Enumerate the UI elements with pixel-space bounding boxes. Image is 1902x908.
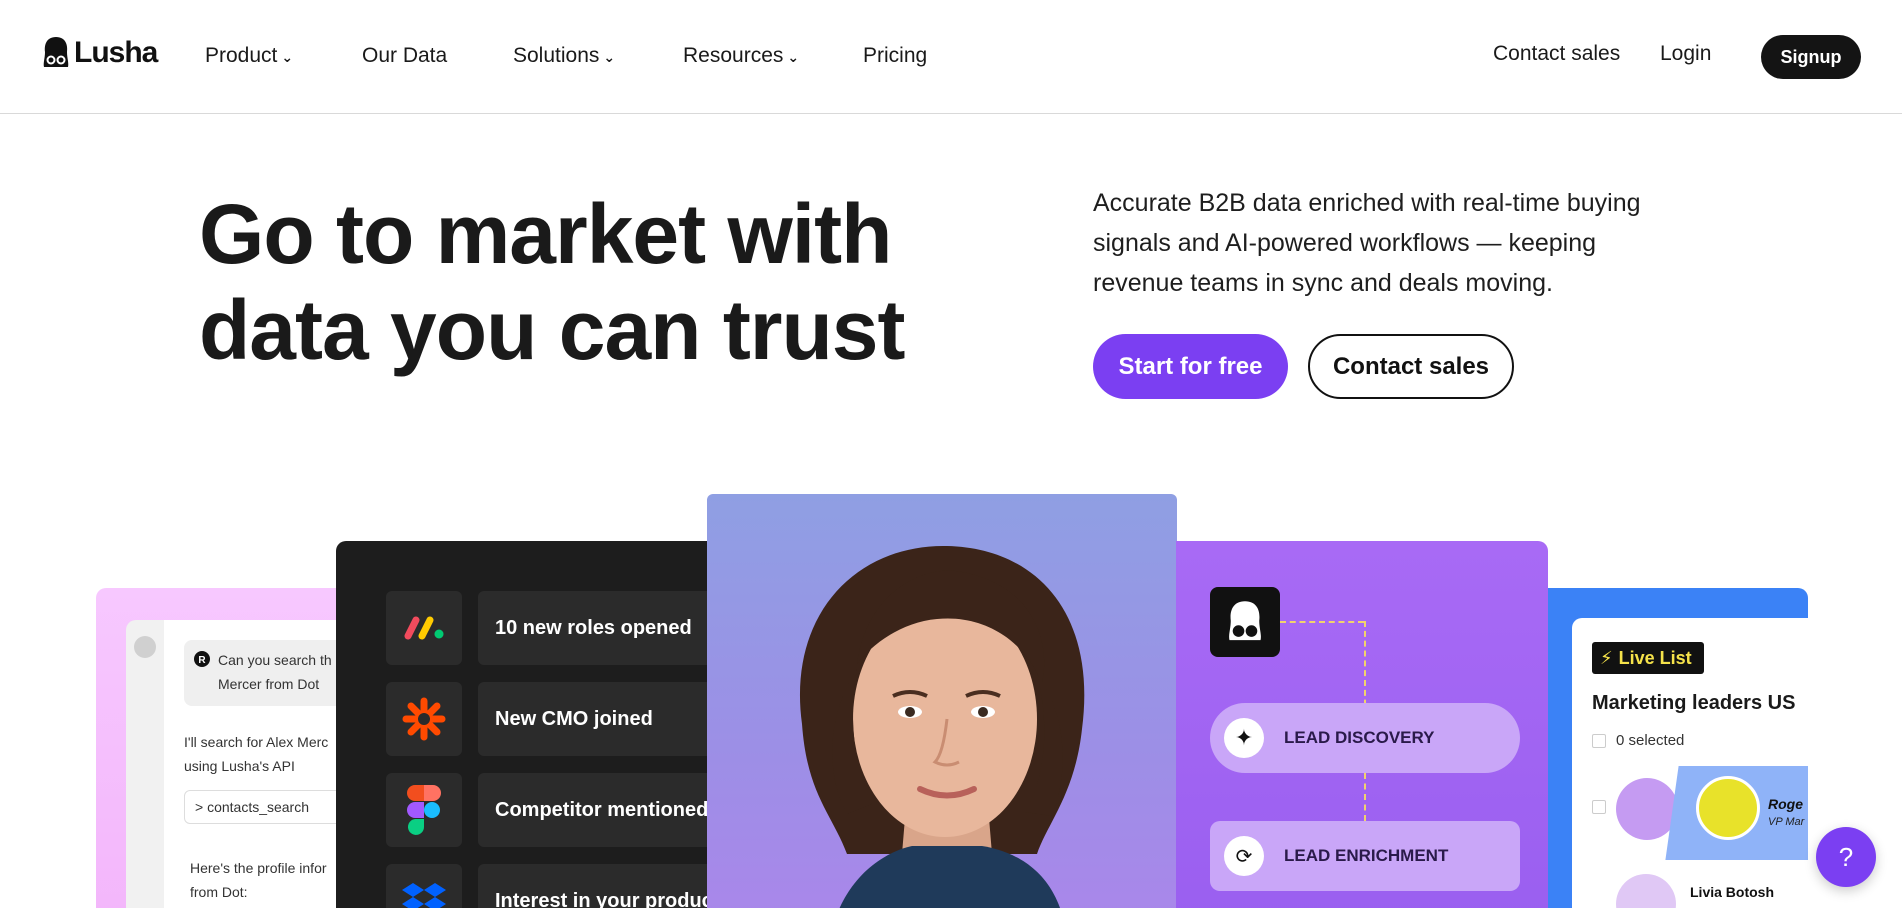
- row-checkbox[interactable]: [1592, 800, 1606, 814]
- portrait-image: [799, 545, 1085, 908]
- figma-icon: [386, 773, 462, 847]
- hero-title: Go to market with data you can trust: [199, 186, 959, 378]
- person-photo: [707, 494, 1177, 908]
- live-list-card: ⚡ Live List Marketing leaders US 0 selec…: [1548, 588, 1808, 908]
- lusha-app-icon: [1210, 587, 1280, 657]
- svg-text:R: R: [198, 655, 206, 666]
- avatar: [1696, 776, 1760, 840]
- user-badge-icon: R: [194, 651, 210, 667]
- select-all-checkbox[interactable]: [1592, 733, 1606, 748]
- live-list-badge: ⚡ Live List: [1592, 642, 1704, 674]
- signal-row: New CMO joined: [386, 682, 736, 756]
- signal-label: Interest in your product: [478, 864, 736, 908]
- selection-count: 0 selected: [1592, 732, 1684, 749]
- chat-result-text: Here's the profile infor: [190, 860, 327, 876]
- workflow-step-label: LEAD ENRICHMENT: [1284, 846, 1449, 865]
- hero-title-line1: Go to market with: [199, 187, 892, 281]
- signal-row: Competitor mentioned: [386, 773, 736, 847]
- sparkle-icon: ✦: [1224, 718, 1264, 758]
- brand-name: Lusha: [74, 36, 158, 69]
- nav-product[interactable]: Product ⌄: [205, 44, 293, 68]
- nav-pricing[interactable]: Pricing: [863, 44, 927, 68]
- zapier-icon: [386, 682, 462, 756]
- nav-pricing-label: Pricing: [863, 44, 928, 67]
- nav-contact-sales-link[interactable]: Contact sales: [1493, 42, 1620, 66]
- nav-resources-label: Resources: [683, 44, 784, 67]
- live-list-panel: ⚡ Live List Marketing leaders US 0 selec…: [1572, 618, 1808, 908]
- signal-label: New CMO joined: [478, 682, 736, 756]
- top-nav: Lusha Product ⌄ Our Data Solutions ⌄ Res…: [0, 0, 1902, 114]
- refresh-check-icon: ⟳: [1224, 836, 1264, 876]
- nav-our-data-label: Our Data: [362, 44, 448, 67]
- selection-count-label: 0 selected: [1616, 732, 1685, 749]
- connector-line: [1280, 621, 1364, 623]
- signal-label: 10 new roles opened: [478, 591, 736, 665]
- chat-avatar-dot: [134, 636, 156, 658]
- live-list-badge-label: Live List: [1618, 647, 1692, 668]
- lusha-mark-icon: [43, 37, 69, 67]
- nav-product-label: Product: [205, 44, 278, 67]
- list-title: Marketing leaders US: [1592, 692, 1796, 714]
- chat-question-text: Can you search th: [218, 652, 332, 668]
- monday-icon: [386, 591, 462, 665]
- person-title: VP Mar: [1768, 816, 1805, 828]
- signup-button[interactable]: Signup: [1761, 35, 1861, 79]
- hero-description: Accurate B2B data enriched with real-tim…: [1093, 189, 1641, 297]
- nav-solutions[interactable]: Solutions ⌄: [513, 44, 615, 68]
- nav-resources[interactable]: Resources ⌄: [683, 44, 799, 68]
- start-for-free-button[interactable]: Start for free: [1093, 334, 1288, 399]
- chat-question-text-2: Mercer from Dot: [218, 676, 320, 692]
- signal-row: 10 new roles opened: [386, 591, 736, 665]
- help-button[interactable]: ?: [1816, 827, 1876, 887]
- signal-label: Competitor mentioned: [478, 773, 736, 847]
- person-name: Roge: [1768, 796, 1803, 812]
- dropbox-icon: [386, 864, 462, 908]
- person-name: Livia Botosh: [1690, 884, 1775, 900]
- buying-signals-card: 10 new roles opened New CMO joined Compe…: [336, 541, 736, 908]
- chat-reply-text: I'll search for Alex Merc: [184, 734, 329, 750]
- nav-solutions-label: Solutions: [513, 44, 600, 67]
- hero-title-line2: data you can trust: [199, 283, 905, 377]
- api-command-chip: > contacts_search: [184, 790, 354, 824]
- lightning-icon: ⚡: [1600, 647, 1613, 668]
- chat-reply-text-2: using Lusha's API: [184, 758, 295, 774]
- chevron-down-icon: ⌄: [281, 48, 294, 65]
- connector-line: [1364, 773, 1366, 821]
- workflow-step-lead-enrichment[interactable]: ⟳ LEAD ENRICHMENT: [1210, 821, 1520, 891]
- workflow-step-lead-discovery[interactable]: ✦ LEAD DISCOVERY: [1210, 703, 1520, 773]
- workflow-card: ✦ LEAD DISCOVERY ⟳ LEAD ENRICHMENT: [1176, 541, 1548, 908]
- avatar: [1616, 874, 1676, 908]
- signal-row: Interest in your product: [386, 864, 736, 908]
- nav-our-data[interactable]: Our Data: [362, 44, 447, 68]
- chevron-down-icon: ⌄: [603, 48, 616, 65]
- chevron-down-icon: ⌄: [787, 48, 800, 65]
- lusha-logo[interactable]: Lusha: [42, 36, 158, 70]
- api-command-text: > contacts_search: [195, 799, 310, 815]
- workflow-step-label: LEAD DISCOVERY: [1284, 728, 1435, 747]
- contact-sales-button[interactable]: Contact sales: [1308, 334, 1514, 399]
- chat-result-text-2: from Dot:: [190, 884, 248, 900]
- nav-login-link[interactable]: Login: [1660, 42, 1711, 66]
